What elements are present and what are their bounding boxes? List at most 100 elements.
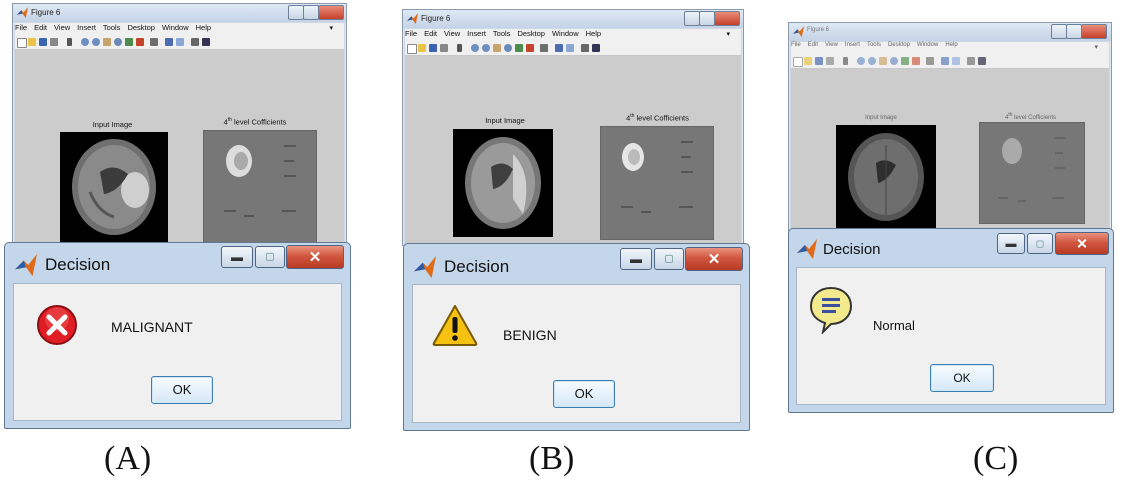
figure-titlebar[interactable]: Figure 6 [13,4,346,22]
ok-button[interactable]: OK [553,380,615,408]
maximize-button[interactable] [699,11,715,26]
menu-overflow-icon[interactable]: ▾ [726,30,730,38]
zoom-in-icon[interactable] [857,57,865,65]
colorbar-icon[interactable] [555,44,563,52]
brush-icon[interactable] [136,38,144,46]
pan-icon[interactable] [879,57,887,65]
show-tools-icon[interactable] [592,44,600,52]
figure-titlebar[interactable]: Figure 6 [403,10,743,28]
open-file-icon[interactable] [28,38,36,46]
print-icon[interactable] [440,44,448,52]
legend-icon[interactable] [952,57,960,65]
minimize-button[interactable]: ▬ [620,248,652,270]
colorbar-icon[interactable] [165,38,173,46]
rotate-icon[interactable] [890,57,898,65]
hide-tools-icon[interactable] [967,57,975,65]
new-figure-icon[interactable] [407,44,417,54]
figure-window[interactable]: Figure 6 File Edit View Insert Tools Desktop W… [402,9,744,246]
menu-desktop[interactable]: Desktop [888,42,910,48]
dialog-titlebar[interactable]: Decision ▬ ▢ ✕ [5,243,350,281]
show-tools-icon[interactable] [978,57,986,65]
close-button[interactable]: ✕ [1055,232,1109,255]
print-icon[interactable] [826,57,834,65]
ok-button[interactable]: OK [151,376,213,404]
close-button[interactable] [318,5,344,20]
figure-window[interactable]: Figure 6 File Edit View Insert Tools Desktop W… [788,22,1112,234]
print-icon[interactable] [50,38,58,46]
hide-tools-icon[interactable] [581,44,589,52]
data-cursor-icon[interactable] [901,57,909,65]
maximize-button[interactable]: ▢ [654,248,684,270]
rotate-icon[interactable] [504,44,512,52]
open-file-icon[interactable] [418,44,426,52]
menu-overflow-icon[interactable]: ▾ [1094,43,1098,51]
maximize-button[interactable] [1066,24,1082,39]
link-icon[interactable] [540,44,548,52]
legend-icon[interactable] [566,44,574,52]
menu-desktop[interactable]: Desktop [127,23,155,32]
pan-icon[interactable] [493,44,501,52]
show-tools-icon[interactable] [202,38,210,46]
pointer-icon[interactable] [843,57,848,65]
pointer-icon[interactable] [457,44,462,52]
menu-help[interactable]: Help [196,23,211,32]
zoom-out-icon[interactable] [868,57,876,65]
menu-window[interactable]: Window [162,23,189,32]
menu-edit[interactable]: Edit [424,29,437,38]
maximize-button[interactable]: ▢ [1027,233,1053,254]
zoom-out-icon[interactable] [482,44,490,52]
brush-icon[interactable] [912,57,920,65]
menu-file[interactable]: File [15,23,27,32]
rotate-icon[interactable] [114,38,122,46]
menu-file[interactable]: File [405,29,417,38]
brush-icon[interactable] [526,44,534,52]
legend-icon[interactable] [176,38,184,46]
data-cursor-icon[interactable] [515,44,523,52]
zoom-in-icon[interactable] [471,44,479,52]
zoom-in-icon[interactable] [81,38,89,46]
new-figure-icon[interactable] [793,57,803,67]
link-icon[interactable] [150,38,158,46]
menu-file[interactable]: File [791,42,801,48]
decision-dialog[interactable]: Decision ▬ ▢ ✕ MALIGNANT OK [4,242,351,429]
minimize-button[interactable]: ▬ [221,246,253,268]
menu-tools[interactable]: Tools [867,42,881,48]
close-button[interactable]: ✕ [286,245,344,269]
menu-insert[interactable]: Insert [845,42,860,48]
save-icon[interactable] [429,44,437,52]
dialog-titlebar[interactable]: Decision ▬ ▢ ✕ [404,244,749,282]
minimize-button[interactable] [288,5,304,20]
dialog-titlebar[interactable]: Decision ▬ ▢ ✕ [789,229,1113,267]
minimize-button[interactable] [1051,24,1067,39]
minimize-button[interactable] [684,11,700,26]
menu-help[interactable]: Help [586,29,601,38]
save-icon[interactable] [39,38,47,46]
menu-tools[interactable]: Tools [103,23,121,32]
new-figure-icon[interactable] [17,38,27,48]
pointer-icon[interactable] [67,38,72,46]
link-icon[interactable] [926,57,934,65]
close-button[interactable] [1081,24,1107,39]
menu-insert[interactable]: Insert [77,23,96,32]
menu-edit[interactable]: Edit [808,42,818,48]
decision-dialog[interactable]: Decision ▬ ▢ ✕ BENIGN OK [403,243,750,431]
menu-view[interactable]: View [825,42,838,48]
menu-view[interactable]: View [54,23,70,32]
open-file-icon[interactable] [804,57,812,65]
decision-dialog[interactable]: Decision ▬ ▢ ✕ Normal OK [788,228,1114,413]
figure-window[interactable]: Figure 6 File Edit View Insert Tools Desktop W… [12,3,347,245]
hide-tools-icon[interactable] [191,38,199,46]
data-cursor-icon[interactable] [125,38,133,46]
menu-view[interactable]: View [444,29,460,38]
maximize-button[interactable] [303,5,319,20]
menu-overflow-icon[interactable]: ▾ [329,24,333,32]
figure-titlebar[interactable]: Figure 6 [789,23,1111,41]
menu-help[interactable]: Help [945,42,957,48]
zoom-out-icon[interactable] [92,38,100,46]
menu-edit[interactable]: Edit [34,23,47,32]
menu-insert[interactable]: Insert [467,29,486,38]
pan-icon[interactable] [103,38,111,46]
close-button[interactable] [714,11,740,26]
menu-window[interactable]: Window [917,42,938,48]
close-button[interactable]: ✕ [685,247,743,271]
